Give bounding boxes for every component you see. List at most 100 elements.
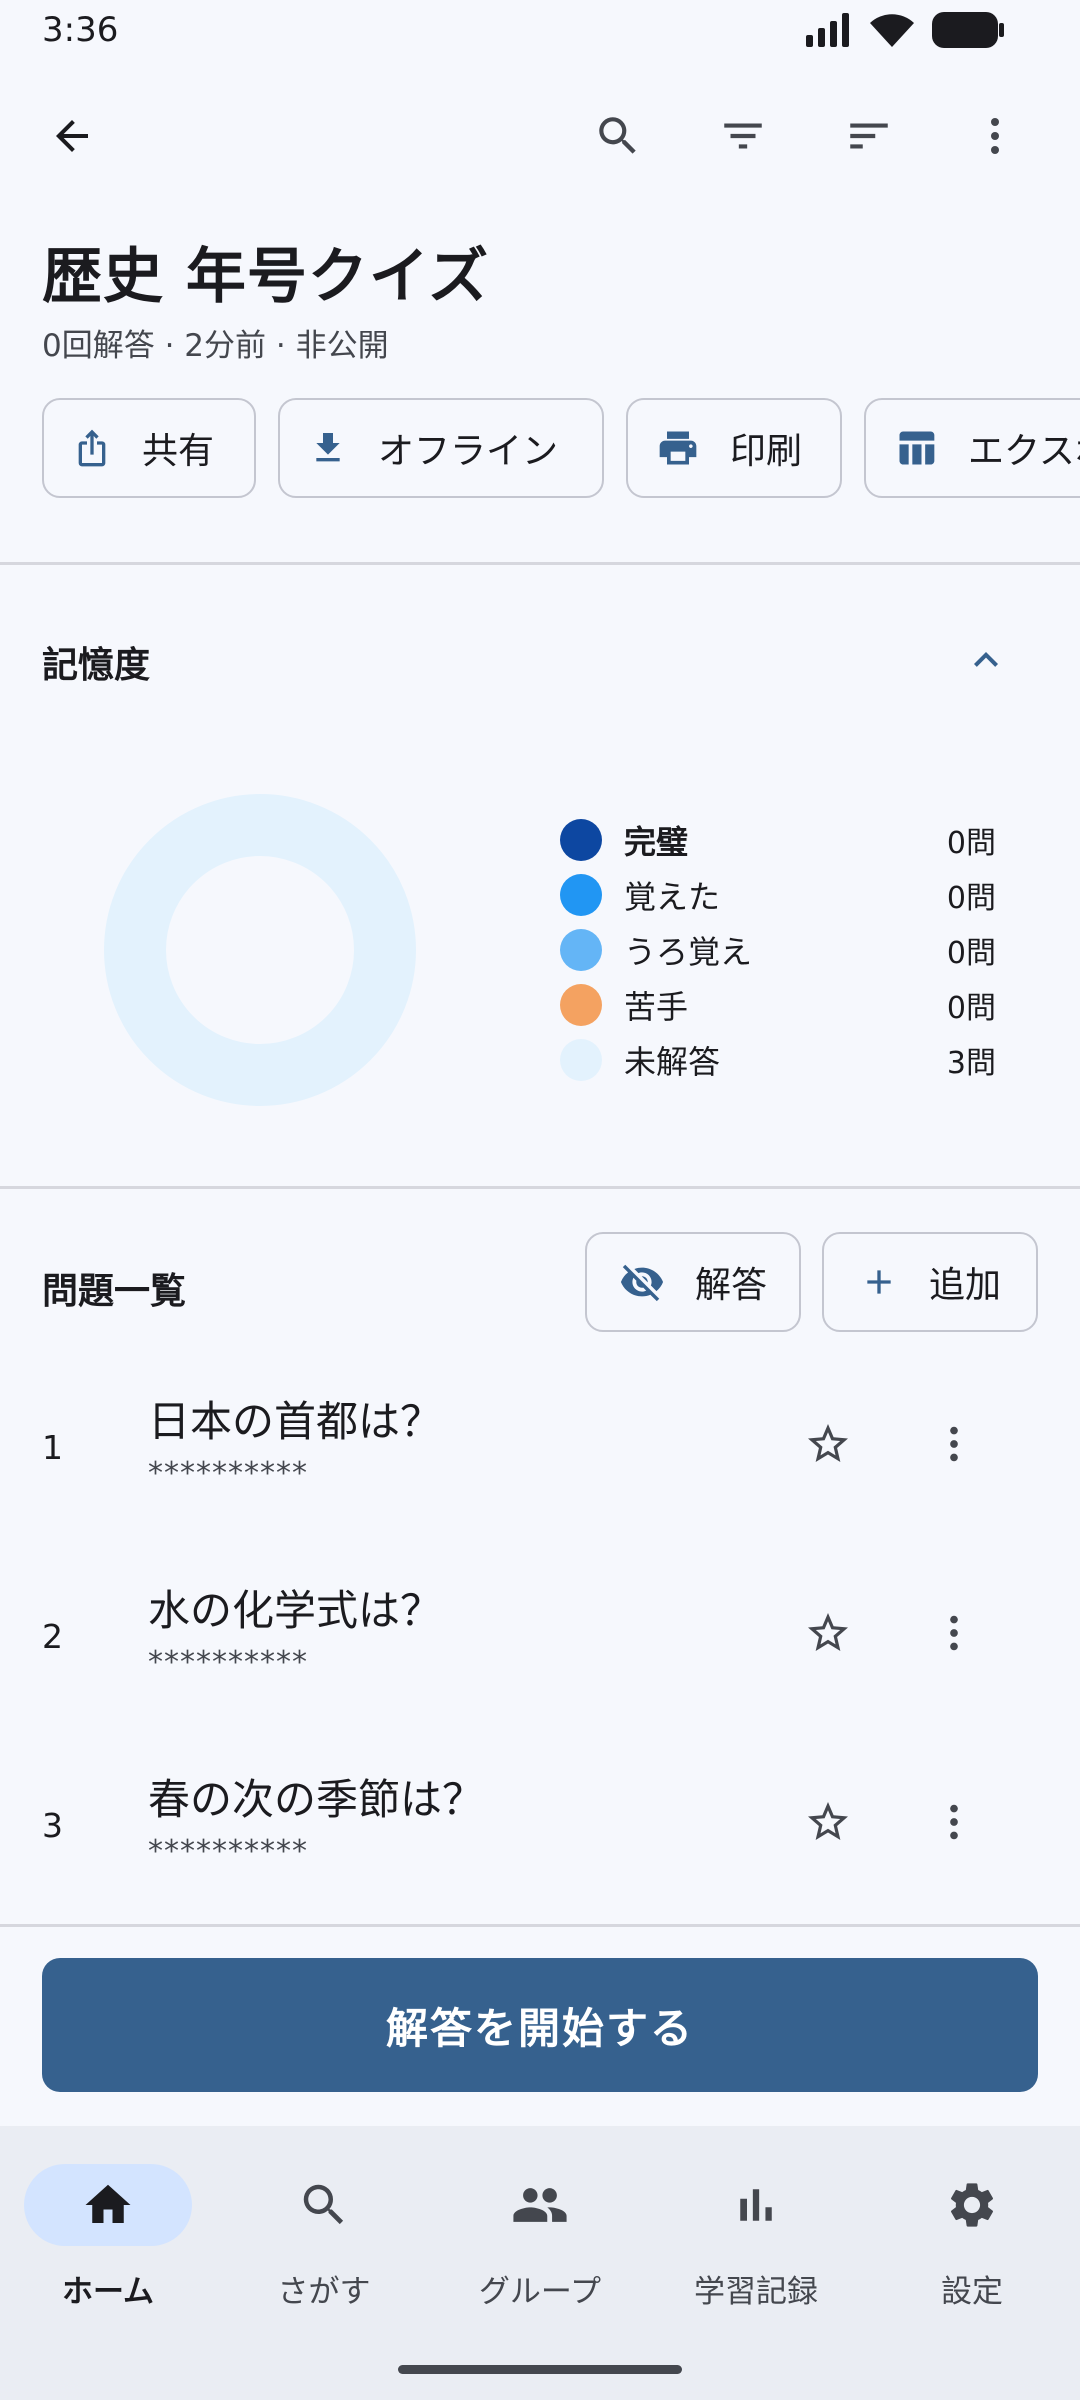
print-chip-label: 印刷 xyxy=(730,431,803,472)
question-list-title: 問題一覧 xyxy=(42,1271,187,1312)
share-chip-label: 共有 xyxy=(142,431,215,472)
divider xyxy=(0,1924,1080,1927)
print-chip[interactable]: 印刷 xyxy=(626,398,842,498)
bottom-navigation: ホーム さがす グループ 学習記録 設定 xyxy=(0,2126,1080,2400)
star-outline-icon xyxy=(808,1802,848,1840)
more-options-button[interactable] xyxy=(955,96,1035,176)
nav-icon-container xyxy=(888,2164,1056,2246)
start-answering-button[interactable]: 解答を開始する xyxy=(42,1958,1038,2092)
toggle-answer-label: 解答 xyxy=(694,1265,767,1306)
more-vert-icon xyxy=(950,1804,958,1840)
page-title: 歴史 年号クイズ xyxy=(42,242,490,312)
question-text: 春の次の季節は？ xyxy=(148,1775,485,1824)
question-row[interactable]: 3 春の次の季節は？ ********** xyxy=(0,1734,1080,1923)
nav-label: ホーム xyxy=(61,2274,155,2310)
legend-dot xyxy=(560,1038,602,1081)
search-button[interactable] xyxy=(578,96,658,176)
nav-item-search[interactable]: さがす xyxy=(216,2164,432,2314)
gear-icon xyxy=(950,2183,994,2227)
legend-count: 3問 xyxy=(946,1045,996,1081)
sort-button[interactable] xyxy=(829,96,909,176)
bar-chart-icon xyxy=(740,2189,772,2221)
download-icon xyxy=(316,433,340,462)
question-text: 水の化学式は？ xyxy=(148,1586,443,1635)
action-chips: 共有 オフライン 印刷 エクスポート xyxy=(42,398,1080,500)
offline-chip[interactable]: オフライン xyxy=(278,398,604,498)
memory-section-title: 記憶度 xyxy=(42,645,151,686)
favorite-button[interactable] xyxy=(800,1794,856,1850)
add-question-label: 追加 xyxy=(928,1265,1001,1306)
favorite-button[interactable] xyxy=(800,1605,856,1661)
legend-row-weak: 苦手 0問 xyxy=(560,977,1000,1032)
home-icon xyxy=(85,2184,131,2223)
question-row[interactable]: 2 水の化学式は？ ********** xyxy=(0,1545,1080,1734)
filter-icon xyxy=(724,123,762,149)
legend-dot xyxy=(560,928,602,971)
more-vert-icon xyxy=(950,1426,958,1462)
divider xyxy=(0,562,1080,565)
top-app-bar xyxy=(0,96,1080,176)
star-outline-icon xyxy=(808,1613,848,1651)
question-text: 日本の首都は？ xyxy=(148,1397,443,1446)
nav-label: グループ xyxy=(478,2274,602,2310)
page-subtitle: 0回解答 · 2分前 · 非公開 xyxy=(42,328,389,364)
add-question-button[interactable]: 追加 xyxy=(822,1232,1038,1332)
search-icon xyxy=(303,2184,344,2225)
legend-label: うろ覚え xyxy=(624,932,753,971)
memory-legend: 完璧 0問 覚えた 0問 うろ覚え 0問 苦手 0問 未解答 3問 xyxy=(560,812,1000,1087)
legend-count: 0問 xyxy=(946,825,996,861)
offline-chip-label: オフライン xyxy=(378,431,559,472)
nav-icon-container xyxy=(672,2164,840,2246)
legend-row-unanswered: 未解答 3問 xyxy=(560,1032,1000,1087)
export-chip[interactable]: エクスポート xyxy=(864,398,1080,498)
question-answer-hidden: ********** xyxy=(148,1834,308,1869)
star-outline-icon xyxy=(808,1424,848,1462)
question-number: 3 xyxy=(42,1806,63,1845)
back-button[interactable] xyxy=(32,96,112,176)
nav-item-home[interactable]: ホーム xyxy=(0,2164,216,2314)
legend-label: 完璧 xyxy=(624,822,689,861)
status-bar: 3:36 xyxy=(0,0,1080,60)
question-answer-hidden: ********** xyxy=(148,1456,308,1491)
sort-icon xyxy=(850,123,888,149)
collapse-memory-button[interactable] xyxy=(956,630,1016,690)
status-time: 3:36 xyxy=(42,10,119,50)
toggle-answer-button[interactable]: 解答 xyxy=(585,1232,801,1332)
status-icons xyxy=(806,12,1004,48)
question-answer-hidden: ********** xyxy=(148,1645,308,1680)
share-chip[interactable]: 共有 xyxy=(42,398,256,498)
question-more-button[interactable] xyxy=(926,1416,982,1472)
nav-item-group[interactable]: グループ xyxy=(432,2164,648,2314)
more-vert-icon xyxy=(991,118,999,154)
print-icon xyxy=(659,431,697,465)
legend-count: 0問 xyxy=(946,935,996,971)
divider xyxy=(0,1186,1080,1189)
search-icon xyxy=(599,117,636,154)
more-vert-icon xyxy=(950,1615,958,1651)
nav-label: 設定 xyxy=(941,2274,1003,2310)
chevron-up-icon xyxy=(974,652,998,667)
signal-icon xyxy=(806,13,849,47)
question-row[interactable]: 1 日本の首都は？ ********** xyxy=(0,1356,1080,1545)
visibility-off-icon xyxy=(620,1264,664,1302)
legend-row-vague: うろ覚え 0問 xyxy=(560,922,1000,977)
home-gesture-bar[interactable] xyxy=(398,2365,682,2374)
plus-icon xyxy=(867,1270,891,1294)
question-more-button[interactable] xyxy=(926,1605,982,1661)
legend-count: 0問 xyxy=(946,880,996,916)
filter-button[interactable] xyxy=(703,96,783,176)
nav-active-indicator xyxy=(24,2164,192,2246)
question-number: 1 xyxy=(42,1428,63,1467)
table-icon xyxy=(899,431,935,465)
legend-dot xyxy=(560,818,602,861)
nav-item-study-log[interactable]: 学習記録 xyxy=(648,2164,864,2314)
favorite-button[interactable] xyxy=(800,1416,856,1472)
legend-dot xyxy=(560,983,602,1026)
legend-row-memorized: 覚えた 0問 xyxy=(560,867,1000,922)
donut-segment-unanswered xyxy=(104,794,416,1106)
export-chip-label: エクスポート xyxy=(968,431,1080,472)
nav-label: 学習記録 xyxy=(694,2274,818,2310)
question-more-button[interactable] xyxy=(926,1794,982,1850)
nav-item-settings[interactable]: 設定 xyxy=(864,2164,1080,2314)
nav-icon-container xyxy=(456,2164,624,2246)
